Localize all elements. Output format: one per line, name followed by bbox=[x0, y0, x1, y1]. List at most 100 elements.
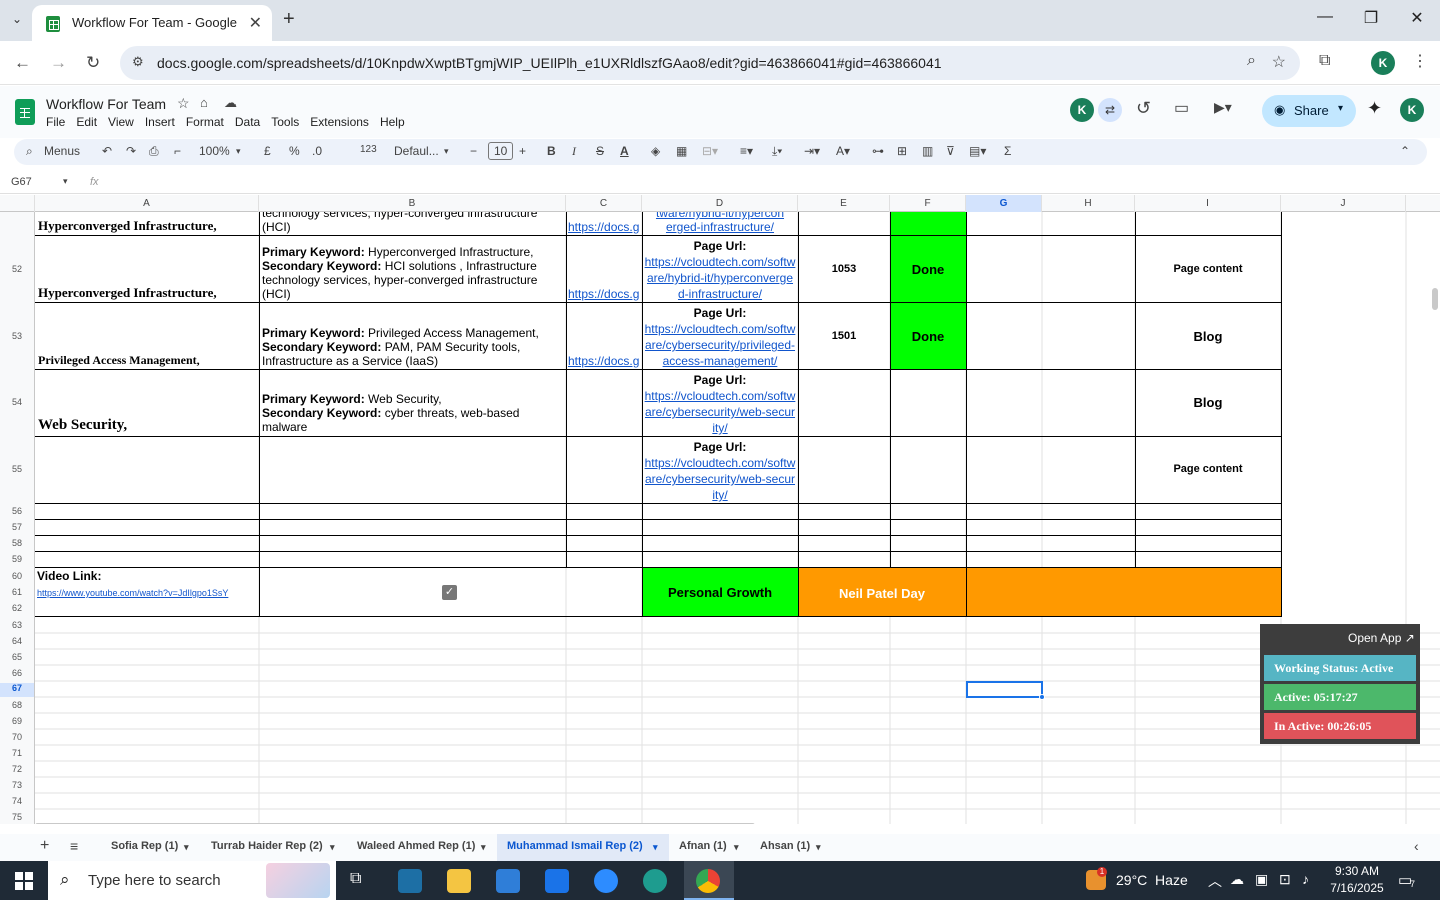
cell-i53[interactable]: Blog bbox=[1135, 329, 1281, 344]
comments-icon[interactable]: ▭ bbox=[1174, 98, 1189, 118]
tray-cloud-icon[interactable]: ☁ bbox=[1230, 871, 1244, 888]
cell-b51-top[interactable]: technology services, hyper-converged inf… bbox=[262, 212, 562, 220]
cell-i54[interactable]: Blog bbox=[1135, 395, 1281, 410]
cell-i55[interactable]: Page content bbox=[1135, 463, 1281, 475]
formula-input[interactable] bbox=[110, 173, 1410, 191]
page-url-link[interactable]: https://vcloudtech.com/software/cybersec… bbox=[644, 455, 796, 503]
horizontal-scrollbar[interactable] bbox=[35, 823, 755, 824]
cell-e53[interactable]: 1501 bbox=[798, 330, 890, 342]
menu-file[interactable]: File bbox=[46, 115, 65, 129]
bold-icon[interactable]: B bbox=[547, 144, 556, 158]
align-icon[interactable]: ≡▾ bbox=[740, 144, 753, 158]
sheet-tab[interactable]: Ahsan (1) bbox=[760, 840, 810, 852]
search-menus-icon[interactable]: ⌕ bbox=[26, 144, 33, 159]
cell-neil-patel-day[interactable]: Neil Patel Day bbox=[798, 586, 966, 601]
sheet-tab[interactable]: Waleed Ahmed Rep (1) bbox=[357, 840, 475, 852]
font-size-increase-icon[interactable]: + bbox=[519, 144, 526, 158]
row-header[interactable]: 70 bbox=[0, 732, 34, 742]
star-icon[interactable]: ☆ bbox=[177, 95, 190, 112]
volume-icon[interactable]: ♪ bbox=[1302, 871, 1309, 887]
extensions-icon[interactable]: ⧉ bbox=[1319, 52, 1330, 70]
cell-f53[interactable]: Done bbox=[890, 329, 966, 344]
borders-icon[interactable]: ▦ bbox=[676, 144, 687, 158]
chart-icon[interactable]: ▥ bbox=[922, 144, 933, 158]
cell-a54[interactable]: Web Security, bbox=[38, 417, 258, 434]
cell-b54[interactable]: Primary Keyword: Web Security, Secondary… bbox=[262, 392, 562, 434]
col-header-i[interactable]: I bbox=[1135, 195, 1281, 212]
all-sheets-icon[interactable]: ≡ bbox=[70, 838, 78, 854]
row-header[interactable]: 52 bbox=[0, 264, 34, 274]
redo-icon[interactable]: ↷ bbox=[126, 144, 136, 158]
spreadsheet-grid[interactable]: Hyperconverged Infrastructure, technolog… bbox=[35, 212, 1440, 824]
col-header-d[interactable]: D bbox=[642, 195, 798, 212]
bookmark-star-icon[interactable]: ☆ bbox=[1272, 52, 1286, 72]
row-header[interactable]: 60 bbox=[0, 571, 34, 581]
menu-insert[interactable]: Insert bbox=[145, 115, 175, 129]
mail-icon[interactable] bbox=[545, 869, 569, 893]
col-header-b[interactable]: B bbox=[259, 195, 566, 212]
row-header[interactable]: 56 bbox=[0, 506, 34, 516]
menu-data[interactable]: Data bbox=[235, 115, 260, 129]
sheet-tab[interactable]: Afnan (1) bbox=[679, 840, 727, 852]
sheets-logo-icon[interactable] bbox=[15, 99, 35, 125]
row-header[interactable]: 55 bbox=[0, 464, 34, 474]
share-button[interactable]: ◉ Share ▾ bbox=[1262, 95, 1356, 127]
col-header-j[interactable]: J bbox=[1281, 195, 1406, 212]
url-text[interactable]: docs.google.com/spreadsheets/d/10KnpdwXw… bbox=[157, 55, 942, 71]
minimize-icon[interactable]: — bbox=[1310, 8, 1340, 26]
cell-a53[interactable]: Privileged Access Management, bbox=[38, 353, 258, 368]
tab-close-icon[interactable]: ✕ bbox=[249, 13, 262, 33]
active-cell-g67[interactable] bbox=[966, 681, 1043, 698]
row-header[interactable]: 59 bbox=[0, 554, 34, 564]
page-url-link[interactable]: https://vcloudtech.com/software/cybersec… bbox=[644, 388, 796, 436]
page-url-link[interactable]: https://vcloudtech.com/software/cybersec… bbox=[644, 321, 796, 369]
print-icon[interactable]: ⎙ bbox=[149, 144, 159, 159]
row-header[interactable]: 57 bbox=[0, 522, 34, 532]
fill-handle[interactable] bbox=[1039, 694, 1045, 700]
clock-date[interactable]: 7/16/2025 bbox=[1328, 881, 1386, 895]
network-icon[interactable]: ⊡ bbox=[1279, 871, 1291, 888]
cell-d53[interactable]: Page Url: https://vcloudtech.com/softwar… bbox=[644, 305, 796, 369]
wrap-icon[interactable]: ⇥▾ bbox=[804, 144, 820, 158]
number-format[interactable]: 123 bbox=[360, 144, 377, 155]
cell-d54[interactable]: Page Url: https://vcloudtech.com/softwar… bbox=[644, 372, 796, 436]
row-header[interactable]: 62 bbox=[0, 603, 34, 613]
row-header[interactable]: 69 bbox=[0, 716, 34, 726]
search-menus[interactable]: Menus bbox=[44, 144, 80, 158]
row-header[interactable]: 54 bbox=[0, 397, 34, 407]
decrease-decimal[interactable]: .0 bbox=[312, 144, 322, 158]
tab-search-icon[interactable]: ⌄ bbox=[12, 12, 22, 26]
filter-icon[interactable]: ⊽ bbox=[946, 144, 955, 158]
font-size-decrease-icon[interactable]: − bbox=[470, 144, 477, 158]
share-dropdown-icon[interactable]: ▾ bbox=[1338, 103, 1343, 114]
new-tab-button[interactable]: + bbox=[283, 8, 295, 31]
gemini-sparkle-icon[interactable]: ✦ bbox=[1367, 98, 1382, 119]
page-url-link[interactable]: https://vcloudtech.com/software/hybrid-i… bbox=[644, 254, 796, 302]
row-header[interactable]: 66 bbox=[0, 668, 34, 678]
row-header[interactable]: 58 bbox=[0, 538, 34, 548]
chrome-icon[interactable] bbox=[696, 869, 720, 893]
row-header[interactable]: 71 bbox=[0, 748, 34, 758]
row-header[interactable]: 75 bbox=[0, 812, 34, 822]
row-header[interactable]: 64 bbox=[0, 636, 34, 646]
open-app-button[interactable]: Open App ↗ bbox=[1348, 631, 1415, 645]
col-header-a[interactable]: A bbox=[35, 195, 259, 212]
row-header[interactable]: 53 bbox=[0, 331, 34, 341]
taskbar-search-box[interactable]: ⌕ Type here to search bbox=[48, 861, 336, 900]
document-title[interactable]: Workflow For Team bbox=[46, 96, 166, 112]
comment-icon[interactable]: ⊞ bbox=[897, 144, 907, 158]
font-size-input[interactable]: 10 bbox=[488, 142, 514, 160]
row-header[interactable]: 73 bbox=[0, 780, 34, 790]
font-dropdown-icon[interactable]: ▾ bbox=[444, 146, 449, 157]
cell-c51[interactable]: https://docs.g bbox=[568, 220, 641, 234]
functions-icon[interactable]: Σ bbox=[1004, 144, 1011, 158]
sheet-tab-dropdown-icon[interactable]: ▾ bbox=[481, 842, 486, 853]
font-select[interactable]: Defaul... bbox=[394, 144, 439, 158]
vertical-scrollbar[interactable] bbox=[1432, 288, 1438, 310]
account-avatar[interactable]: K bbox=[1400, 98, 1424, 122]
back-icon[interactable]: ← bbox=[14, 53, 31, 73]
italic-icon[interactable]: I bbox=[572, 144, 576, 159]
row-header[interactable]: 74 bbox=[0, 796, 34, 806]
col-header-h[interactable]: H bbox=[1042, 195, 1135, 212]
checkbox-checked-icon[interactable]: ✓ bbox=[442, 585, 457, 600]
